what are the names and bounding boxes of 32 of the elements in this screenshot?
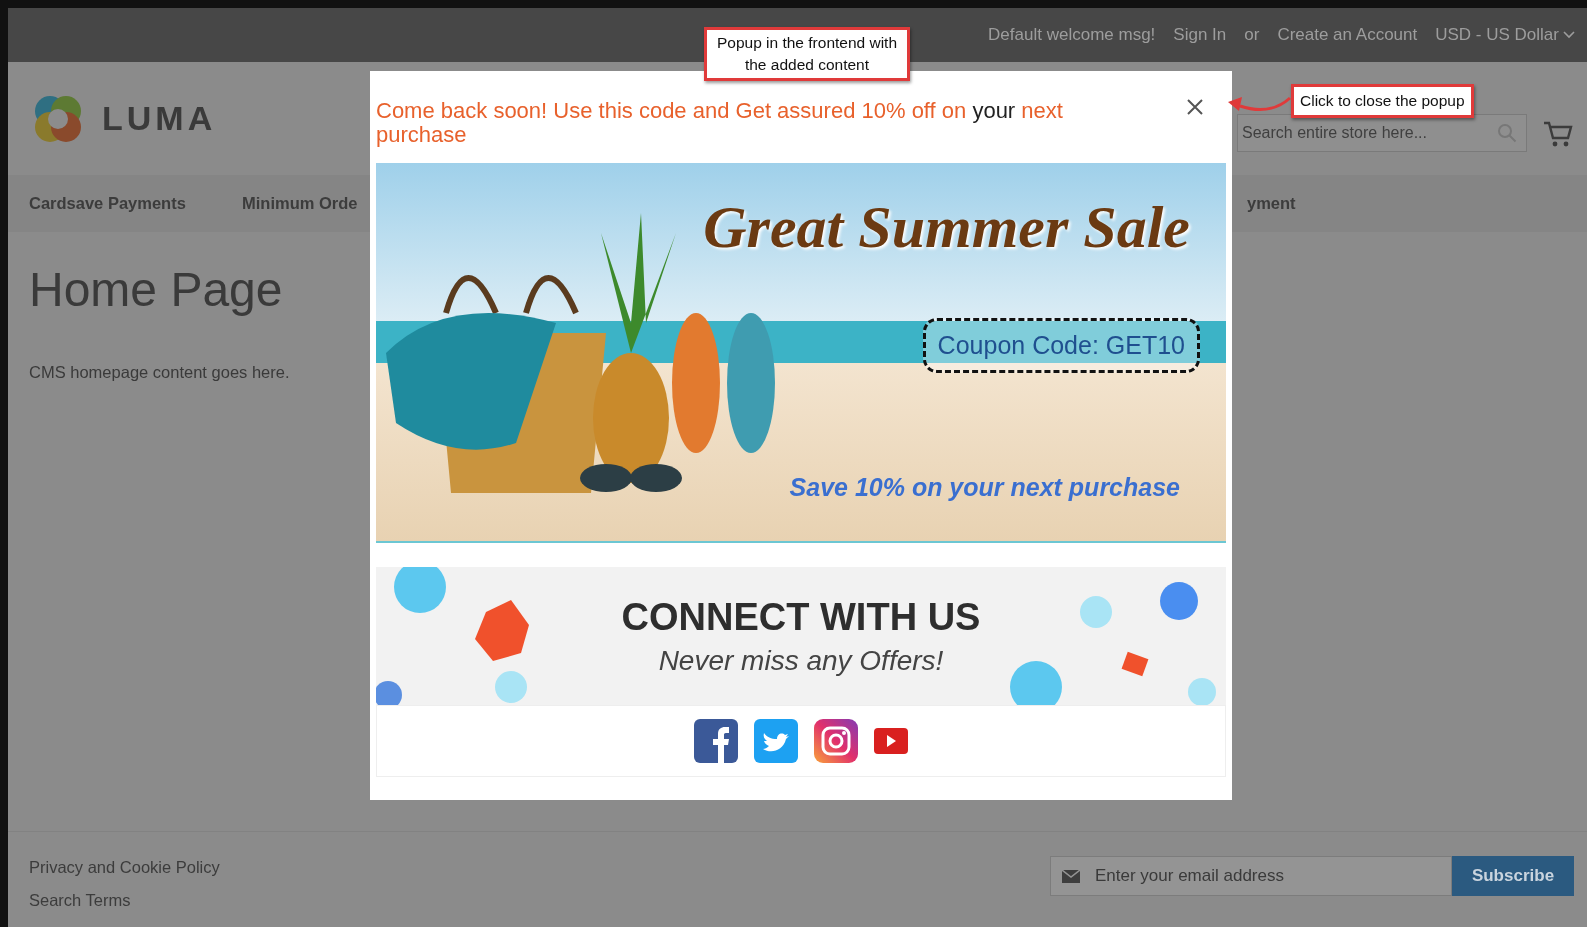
caret-icon [1563, 31, 1575, 39]
connect-subtitle: Never miss any Offers! [658, 644, 944, 677]
logo-text: LUMA [102, 99, 217, 138]
camera-icon[interactable] [814, 719, 858, 763]
page-title: Home Page [29, 262, 284, 317]
currency-switcher[interactable]: USD - US Dollar [1435, 25, 1575, 45]
annotation-callout: Click to close the popup [1291, 84, 1474, 118]
play-icon[interactable] [874, 728, 908, 754]
mail-icon [1062, 870, 1080, 883]
subscribe-button[interactable]: Subscribe [1452, 856, 1574, 896]
search-field[interactable]: Search entire store here... [1237, 114, 1527, 152]
annotation-callout: Popup in the frontend with the added content [704, 27, 910, 81]
cart-icon[interactable] [1543, 120, 1573, 148]
popup-message: Come back soon! Use this code and Get assured 10% off on your next purchase [376, 99, 1064, 147]
facebook-icon[interactable] [694, 719, 738, 763]
welcome-message: Default welcome msg! [988, 25, 1156, 45]
footer-link[interactable]: Privacy and Cookie Policy [29, 858, 220, 877]
bird-icon[interactable] [754, 719, 798, 763]
nav-link[interactable]: yment [1247, 194, 1587, 213]
close-icon[interactable] [1186, 98, 1204, 116]
create-account-link[interactable]: Create an Account [1277, 25, 1418, 45]
separator-text: or [1244, 25, 1260, 45]
footer-link[interactable]: Search Terms [29, 891, 220, 910]
sign-in-link[interactable]: Sign In [1173, 25, 1227, 45]
email-field[interactable]: Enter your email address [1050, 856, 1452, 896]
search-icon [1497, 123, 1517, 143]
banner-title: Great Summer Sale [703, 193, 1190, 262]
page-content: CMS homepage content goes here. [29, 363, 291, 382]
connect-title: CONNECT WITH US [621, 595, 981, 639]
banner-tagline: Save 10% on your next purchase [789, 473, 1180, 502]
coupon-code: Coupon Code: GET10 [922, 318, 1200, 373]
nav-link[interactable]: Cardsave Payments [29, 194, 242, 213]
